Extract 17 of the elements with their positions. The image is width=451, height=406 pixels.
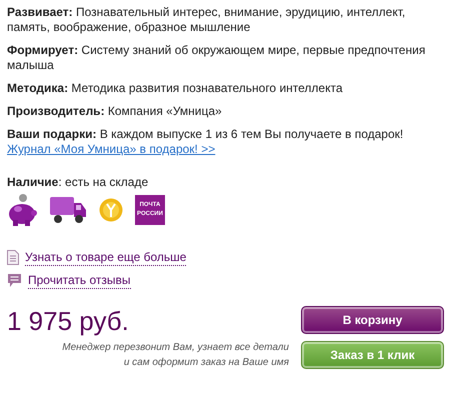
info-link[interactable]: Узнать о товаре еще больше [25, 250, 186, 266]
callback-note: Менеджер перезвонит Вам, узнает все детали и сам оформит заказ на Ваше имя [61, 341, 289, 370]
piggy-bank-icon [7, 193, 37, 227]
spec-text: Развивает: Познавательный интерес, внимание, эрудицию, интеллект, память, воображение, образное мышление [7, 5, 406, 35]
spec-text: Формирует: Систему знаний об окружающем мире, первые предпочтения малыша [7, 43, 426, 73]
truck-icon [49, 195, 87, 225]
gift-link[interactable]: Журнал «Моя Умница» в подарок! >> [7, 142, 216, 156]
spec-text: Методика: Методика развития познавательного интеллекта [7, 81, 344, 96]
spec-text: Ваши подарки: В каждом выпуске 1 из 6 тем Вы получаете в подарок! Журнал «Моя Умница» в подарок! >> [7, 127, 404, 157]
info-link[interactable]: Прочитать отзывы [28, 272, 131, 288]
add-to-cart-button[interactable]: В корзину [301, 306, 444, 334]
coin-icon [99, 198, 123, 222]
comment-icon [7, 273, 22, 288]
availability-text: Наличие: есть на складе [7, 175, 150, 190]
spec-text: Производитель: Компания «Умница» [7, 104, 223, 119]
document-icon [7, 250, 19, 265]
price: 1 975 руб. [7, 306, 129, 336]
